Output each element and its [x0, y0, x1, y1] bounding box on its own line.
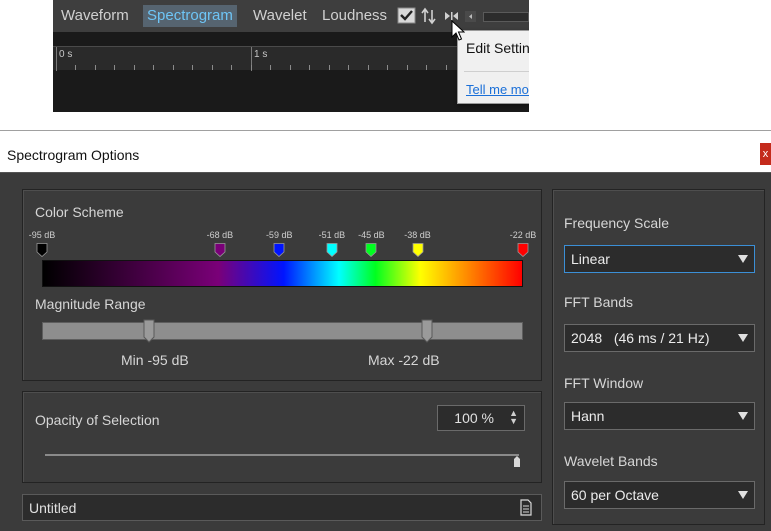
- fft-window-label: FFT Window: [564, 375, 644, 391]
- db-stop-label: -51 dB: [318, 230, 346, 240]
- ruler-minor-tick: [231, 65, 232, 70]
- db-stop-label: -22 dB: [509, 230, 537, 240]
- frequency-scale-dropdown[interactable]: Linear: [564, 245, 755, 273]
- magnitude-range-slider[interactable]: [42, 322, 523, 340]
- fft-bands-value: 2048 (46 ms / 21 Hz): [571, 330, 710, 346]
- color-scheme-panel: Color Scheme -95 dB -68 dB -59 dB -51 dB -45…: [22, 189, 542, 381]
- ruler-minor-tick: [407, 65, 408, 70]
- fft-window-dropdown[interactable]: Hann: [564, 402, 755, 430]
- wavelet-bands-label: Wavelet Bands: [564, 453, 658, 469]
- db-stop-label: -38 dB: [404, 230, 431, 240]
- chevron-down-icon: [738, 255, 748, 263]
- color-stop-handle[interactable]: [366, 243, 377, 258]
- db-stop-label: -68 dB: [206, 230, 234, 240]
- ruler-minor-tick: [309, 65, 310, 70]
- ruler-minor-tick: [153, 65, 154, 70]
- ruler-minor-tick: [134, 65, 135, 70]
- chevron-down-icon: [738, 412, 748, 420]
- dialog-title: Spectrogram Options: [7, 147, 140, 163]
- ruler-minor-tick: [212, 65, 213, 70]
- frequency-scale-value: Linear: [571, 251, 610, 267]
- edit-settings-icon[interactable]: [397, 7, 417, 25]
- close-button[interactable]: x: [760, 143, 771, 165]
- color-scheme-label: Color Scheme: [35, 204, 124, 220]
- min-db-label: Min -95 dB: [121, 352, 189, 368]
- magnitude-range-label: Magnitude Range: [35, 296, 146, 312]
- horizontal-scrollbar[interactable]: [483, 12, 529, 22]
- section-divider: [0, 130, 771, 131]
- swap-arrows-icon[interactable]: [421, 7, 437, 25]
- tell-me-more-link[interactable]: Tell me more: [466, 82, 529, 97]
- ruler-minor-tick: [114, 65, 115, 70]
- frequency-scale-label: Frequency Scale: [564, 215, 670, 231]
- color-stop-handle[interactable]: [412, 243, 423, 258]
- db-stop-label: -45 dB: [358, 230, 385, 240]
- color-stop-handle[interactable]: [517, 243, 529, 258]
- opacity-slider-track[interactable]: [45, 454, 519, 456]
- frequency-options-panel: Frequency Scale Linear FFT Bands 2048 (4…: [552, 189, 765, 525]
- ruler-minor-tick: [368, 65, 369, 70]
- ruler-minor-tick: [426, 65, 427, 70]
- color-stop-handle[interactable]: [273, 243, 285, 258]
- ruler-major-tick: [56, 47, 57, 71]
- color-gradient-bar[interactable]: [42, 260, 523, 287]
- preset-name: Untitled: [29, 500, 77, 516]
- tab-wavelet[interactable]: Wavelet: [253, 7, 307, 24]
- tab-loudness[interactable]: Loudness: [322, 7, 387, 24]
- tab-waveform[interactable]: Waveform: [61, 7, 129, 24]
- edit-settings-menu-item[interactable]: Edit Settings...: [466, 40, 529, 56]
- ruler-time-label: 0 s: [59, 49, 73, 60]
- color-stop-handle[interactable]: [36, 243, 48, 258]
- chevron-down-icon: [738, 491, 748, 499]
- wavelet-bands-dropdown[interactable]: 60 per Octave: [564, 481, 755, 509]
- ruler-minor-tick: [290, 65, 291, 70]
- max-db-label: Max -22 dB: [368, 352, 440, 368]
- ruler-time-label: 1 s: [254, 49, 268, 60]
- tab-spectrogram[interactable]: Spectrogram: [143, 5, 237, 27]
- max-range-handle[interactable]: [421, 319, 433, 343]
- ruler-minor-tick: [348, 65, 349, 70]
- mouse-cursor-icon: [451, 19, 466, 47]
- context-menu: Edit Settings... Tell me more: [457, 30, 529, 104]
- opacity-value: 100 %: [454, 410, 494, 426]
- db-stop-label: -59 dB: [265, 230, 293, 240]
- preset-field[interactable]: Untitled: [22, 494, 542, 521]
- ruler-minor-tick: [75, 65, 76, 70]
- toolbar-snippet: Waveform Spectrogram Wavelet Loudness 0 …: [53, 0, 529, 112]
- fft-bands-label: FFT Bands: [564, 294, 633, 310]
- opacity-label: Opacity of Selection: [35, 412, 160, 428]
- color-stop-handle[interactable]: [326, 243, 338, 258]
- opacity-spinbox[interactable]: 100 % ▲ ▼: [437, 405, 525, 431]
- chevron-down-icon: [738, 334, 748, 342]
- ruler-minor-tick: [329, 65, 330, 70]
- opacity-panel: Opacity of Selection 100 % ▲ ▼: [22, 391, 542, 483]
- scroll-left-icon[interactable]: [465, 7, 477, 25]
- wavelet-bands-value: 60 per Octave: [571, 487, 659, 503]
- preset-menu-icon[interactable]: [519, 499, 533, 521]
- ruler-minor-tick: [251, 65, 252, 70]
- db-stop-label: -95 dB: [28, 230, 56, 240]
- min-range-handle[interactable]: [143, 319, 155, 343]
- ruler-minor-tick: [446, 65, 447, 70]
- opacity-slider-handle[interactable]: [513, 455, 521, 467]
- fft-window-value: Hann: [571, 408, 605, 424]
- ruler-minor-tick: [173, 65, 174, 70]
- fft-bands-dropdown[interactable]: 2048 (46 ms / 21 Hz): [564, 324, 755, 352]
- color-stop-handle[interactable]: [214, 243, 226, 258]
- menu-separator: [464, 71, 529, 72]
- ruler-minor-tick: [192, 65, 193, 70]
- ruler-minor-tick: [270, 65, 271, 70]
- spin-arrows-icon[interactable]: ▲ ▼: [509, 409, 518, 426]
- ruler-minor-tick: [387, 65, 388, 70]
- ruler-minor-tick: [95, 65, 96, 70]
